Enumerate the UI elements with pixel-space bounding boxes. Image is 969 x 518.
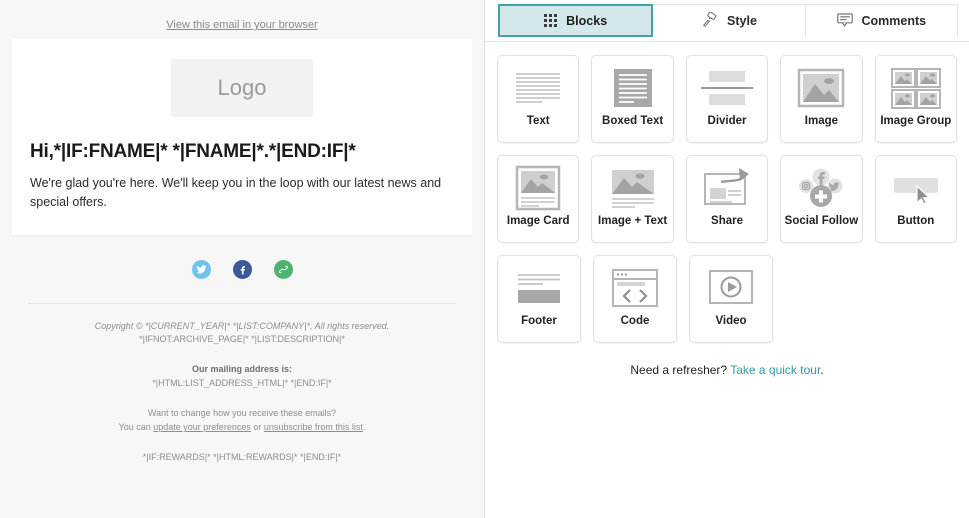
tab-blocks-label: Blocks: [566, 13, 608, 28]
footer-change-line: You can update your preferences or unsub…: [0, 421, 484, 435]
block-label: Boxed Text: [602, 115, 664, 127]
facebook-icon[interactable]: [232, 259, 252, 279]
panel-tabs: Blocks Style Comments: [485, 0, 969, 42]
boxed-text-icon: [592, 56, 672, 116]
email-heading[interactable]: Hi,*|IF:FNAME|* *|FNAME|*.*|END:IF|*: [30, 141, 454, 164]
view-in-browser-link[interactable]: View this email in your browser: [166, 19, 317, 31]
unsubscribe-link[interactable]: unsubscribe from this list: [264, 422, 363, 432]
email-preview-pane: View this email in your browser Logo Hi,…: [0, 0, 485, 518]
block-label: Code: [620, 315, 650, 327]
share-arrow-icon: [687, 156, 767, 216]
divider-icon: [687, 56, 767, 116]
refresher-suffix: .: [820, 363, 824, 377]
tab-style-label: Style: [727, 14, 757, 28]
twitter-icon[interactable]: [191, 259, 211, 279]
block-row: Image Card Image + Text Share Social Fol…: [497, 155, 958, 243]
footer-copyright-line: Copyright © *|CURRENT_YEAR|* *|LIST:COMP…: [94, 320, 390, 331]
email-body-text[interactable]: We're glad you're here. We'll keep you i…: [30, 174, 454, 213]
block-label: Social Follow: [784, 215, 859, 227]
footer-divider: [28, 302, 456, 304]
block-row: Text Boxed Text Divider Image Image Grou…: [497, 55, 958, 143]
video-play-icon: [690, 256, 772, 316]
grid-dots-icon: [544, 14, 558, 27]
blocks-panel: Blocks Style Comments Text Boxed Text Di…: [485, 0, 969, 518]
block-card-divider[interactable]: Divider: [685, 55, 769, 143]
text-lines-icon: [498, 56, 578, 116]
block-label: Button: [897, 215, 935, 227]
block-card-button[interactable]: Button: [874, 155, 958, 243]
block-label: Image: [804, 115, 839, 127]
tab-comments[interactable]: Comments: [804, 4, 958, 37]
block-label: Divider: [707, 115, 747, 127]
link-icon[interactable]: [273, 259, 293, 279]
footer-preferences-block[interactable]: Want to change how you receive these ema…: [0, 407, 484, 435]
block-label: Image Group: [880, 115, 952, 127]
footer-copyright-block[interactable]: Copyright © *|CURRENT_YEAR|* *|LIST:COMP…: [0, 320, 484, 348]
block-card-text[interactable]: Text: [497, 55, 580, 143]
block-card-social-follow[interactable]: Social Follow: [780, 155, 863, 243]
block-card-image[interactable]: Image: [780, 55, 863, 143]
block-card-footer[interactable]: Footer: [497, 255, 581, 343]
footer-rewards-block[interactable]: *|IF:REWARDS|* *|HTML:REWARDS|* *|END:IF…: [0, 451, 484, 465]
footer-mailing-heading: Our mailing address is:: [191, 364, 293, 375]
logo-placeholder[interactable]: Logo: [171, 59, 313, 117]
footer-change-suffix: .: [362, 422, 366, 433]
block-card-code[interactable]: Code: [593, 255, 677, 343]
footer-change-middle: or: [250, 422, 264, 433]
block-card-video[interactable]: Video: [689, 255, 773, 343]
refresher-text: Need a refresher?: [630, 363, 731, 377]
update-preferences-link[interactable]: update your preferences: [153, 422, 251, 432]
footer-change-prefix: You can: [118, 422, 154, 433]
footer-change-question: Want to change how you receive these ema…: [147, 408, 337, 419]
social-follow-icon: [781, 156, 861, 216]
tab-comments-label: Comments: [861, 14, 927, 28]
email-footer: Copyright © *|CURRENT_YEAR|* *|LIST:COMP…: [0, 320, 484, 466]
block-grid: Text Boxed Text Divider Image Image Grou…: [485, 42, 969, 377]
logo-placeholder-label: Logo: [217, 75, 267, 100]
footer-rewards-line: *|IF:REWARDS|* *|HTML:REWARDS|* *|END:IF…: [142, 452, 342, 463]
tab-style[interactable]: Style: [652, 4, 806, 37]
button-cursor-icon: [876, 156, 956, 216]
block-label: Video: [715, 315, 747, 327]
image-text-icon: [592, 156, 672, 216]
block-label: Share: [711, 215, 743, 227]
block-card-image-text[interactable]: Image + Text: [591, 155, 674, 243]
block-label: Text: [526, 115, 550, 127]
email-content-card: Logo Hi,*|IF:FNAME|* *|FNAME|*.*|END:IF|…: [12, 39, 472, 236]
block-label: Image Card: [506, 215, 570, 227]
image-group-icon: [876, 56, 956, 116]
paint-roller-icon: [701, 11, 718, 30]
block-card-boxed-text[interactable]: Boxed Text: [591, 55, 674, 143]
block-card-image-card[interactable]: Image Card: [497, 155, 580, 243]
block-label: Footer: [521, 315, 557, 327]
social-follow-row: [0, 259, 484, 279]
comment-bubble-icon: [836, 12, 853, 30]
footer-icon: [498, 256, 580, 316]
footer-description-line: *|IFNOT:ARCHIVE_PAGE|* *|LIST:DESCRIPTIO…: [139, 334, 345, 345]
image-icon: [781, 56, 861, 116]
footer-mailing-block[interactable]: Our mailing address is: *|HTML:LIST_ADDR…: [0, 363, 484, 391]
block-label: Image + Text: [598, 215, 668, 227]
code-brackets-icon: [594, 256, 676, 316]
take-a-quick-tour-link[interactable]: Take a quick tour: [730, 363, 820, 377]
email-builder-screen: View this email in your browser Logo Hi,…: [0, 0, 969, 518]
block-card-share[interactable]: Share: [685, 155, 769, 243]
block-card-image-group[interactable]: Image Group: [874, 55, 958, 143]
block-row: Footer Code Video: [497, 255, 957, 343]
image-card-icon: [498, 156, 578, 216]
footer-mailing-address: *|HTML:LIST_ADDRESS_HTML|* *|END:IF|*: [152, 378, 332, 389]
tab-blocks[interactable]: Blocks: [498, 4, 654, 37]
view-in-browser-row: View this email in your browser: [0, 0, 484, 31]
refresher-row: Need a refresher? Take a quick tour.: [497, 363, 957, 377]
